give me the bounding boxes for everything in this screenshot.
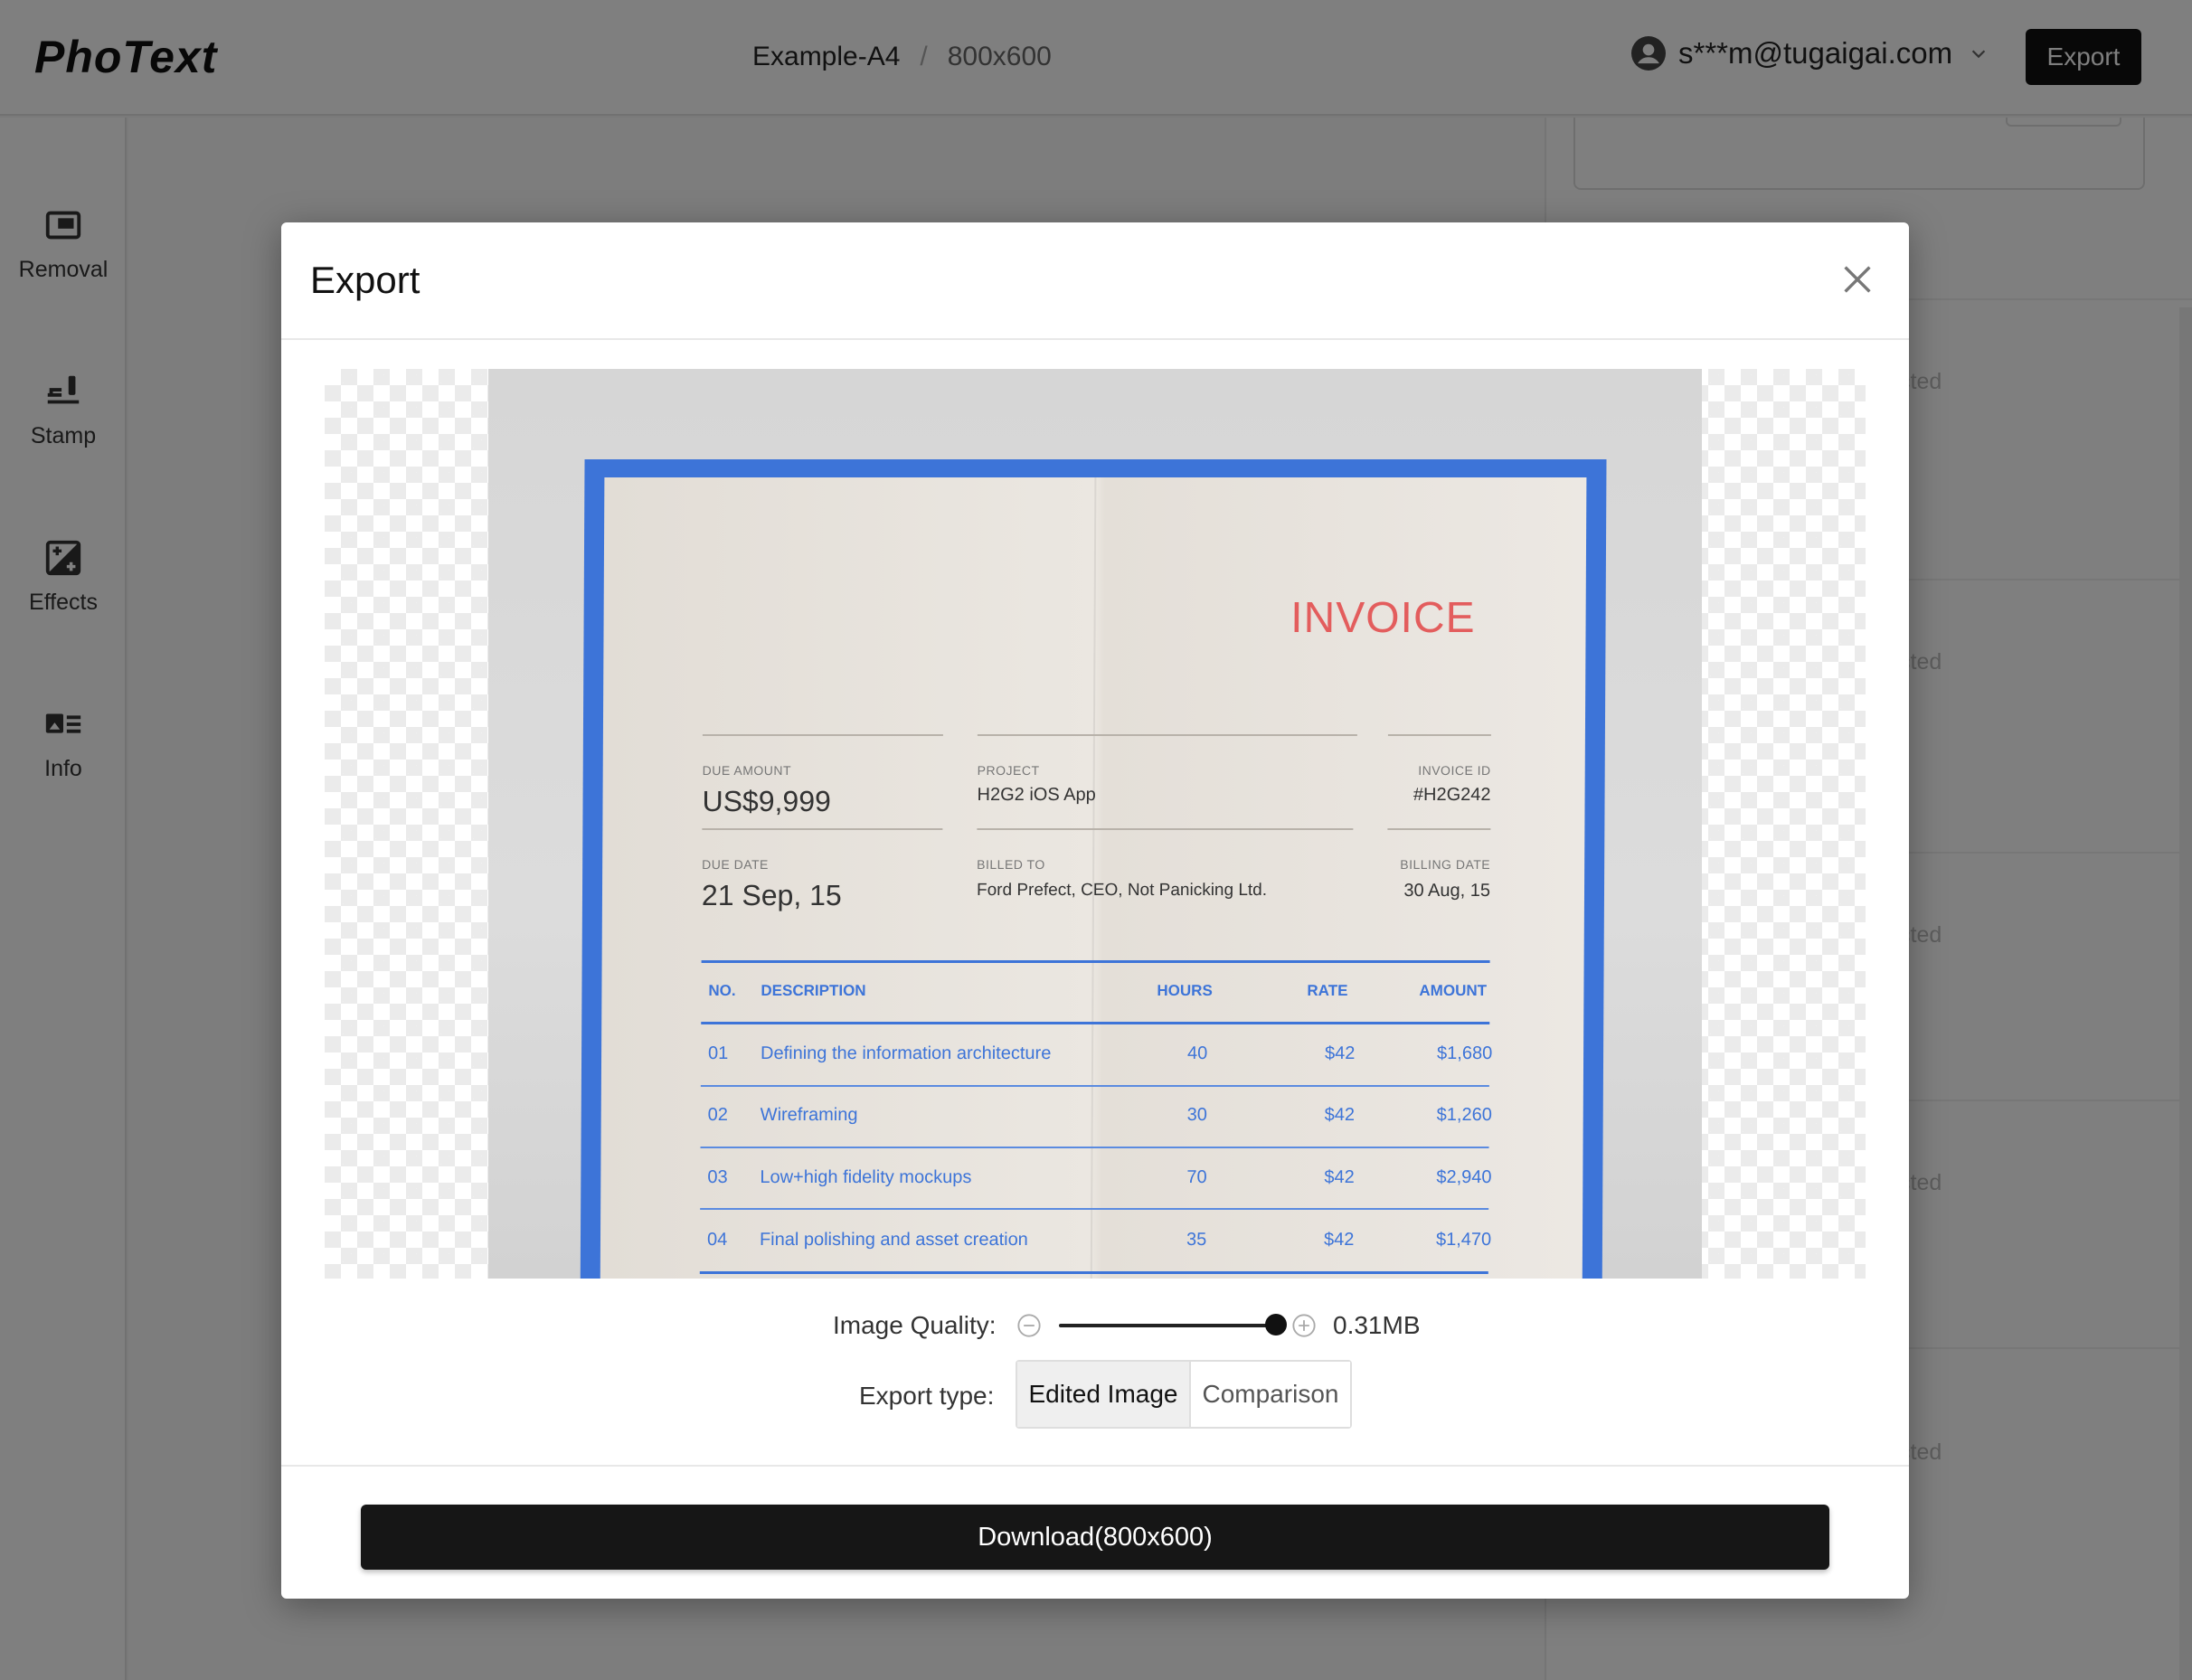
row-hours: 30 [1186, 1105, 1208, 1125]
export-type-segmented: Edited Image Comparison [1016, 1360, 1352, 1429]
col-amount: AMOUNT [1419, 982, 1488, 999]
export-type-label: Export type: [859, 1382, 995, 1410]
export-modal: Export INVOICE DUE AMOUNT US$9,999 PROJE… [281, 222, 1909, 1599]
invoice-id-label: INVOICE ID [1418, 763, 1491, 778]
due-date: 21 Sep, 15 [701, 879, 842, 911]
row-hours: 40 [1187, 1043, 1208, 1063]
col-rate: RATE [1307, 982, 1348, 999]
export-type-edited-image[interactable]: Edited Image [1017, 1362, 1191, 1427]
project-label: PROJECT [977, 763, 1040, 778]
row-rate: $42 [1325, 1043, 1356, 1063]
preview-image: INVOICE DUE AMOUNT US$9,999 PROJECT H2G2… [488, 369, 1702, 1279]
invoice-paper: INVOICE DUE AMOUNT US$9,999 PROJECT H2G2… [580, 459, 1607, 1279]
zoom-in-plus-icon[interactable] [1291, 1313, 1317, 1338]
row-description: Final polishing and asset creation [759, 1230, 1028, 1250]
quality-slider-handle[interactable] [1265, 1314, 1287, 1336]
table-top-rule [701, 960, 1490, 963]
row-no: 01 [708, 1043, 729, 1063]
divider [281, 1465, 1909, 1467]
invoice-title: INVOICE [1290, 594, 1476, 642]
col-description: DESCRIPTION [761, 982, 866, 999]
quality-slider-track[interactable] [1059, 1324, 1272, 1327]
row-rate: $42 [1324, 1167, 1355, 1187]
billing-date: 30 Aug, 15 [1403, 881, 1491, 901]
row-description: Defining the information architecture [761, 1043, 1052, 1063]
row-hours: 70 [1186, 1167, 1207, 1187]
row-rate: $42 [1323, 1230, 1355, 1250]
due-date-label: DUE DATE [702, 857, 769, 872]
row-description: Wireframing [760, 1105, 858, 1125]
row-amount: $1,260 [1436, 1105, 1492, 1125]
row-description: Low+high fidelity mockups [760, 1167, 972, 1187]
col-hours: HOURS [1157, 982, 1213, 999]
invoice-id: #H2G242 [1413, 785, 1491, 805]
close-icon[interactable] [1837, 259, 1878, 300]
image-quality-control: Image Quality: 0.31MB [281, 1304, 1909, 1349]
due-amount-label: DUE AMOUNT [702, 763, 792, 778]
row-amount: $1,470 [1435, 1230, 1492, 1250]
col-no: NO. [708, 982, 736, 999]
export-type-control: Export type: Edited Image Comparison [281, 1360, 1909, 1430]
project-name: H2G2 iOS App [977, 785, 1096, 805]
download-button[interactable]: Download(800x600) [361, 1505, 1829, 1570]
billed-to: Ford Prefect, CEO, Not Panicking Ltd. [976, 881, 1268, 900]
export-type-comparison[interactable]: Comparison [1191, 1362, 1350, 1427]
modal-title: Export [310, 259, 420, 301]
billed-to-label: BILLED TO [977, 857, 1045, 872]
zoom-out-minus-icon[interactable] [1016, 1313, 1042, 1338]
row-no: 03 [707, 1167, 728, 1187]
due-amount: US$9,999 [702, 785, 831, 817]
row-no: 04 [706, 1230, 728, 1250]
file-size-value: 0.31MB [1333, 1311, 1421, 1339]
row-no: 02 [707, 1105, 729, 1125]
image-quality-label: Image Quality: [833, 1311, 997, 1339]
row-amount: $1,680 [1437, 1043, 1493, 1063]
export-preview: INVOICE DUE AMOUNT US$9,999 PROJECT H2G2… [325, 369, 1866, 1279]
billing-date-label: BILLING DATE [1400, 857, 1491, 872]
divider [281, 338, 1909, 340]
row-rate: $42 [1324, 1105, 1356, 1125]
row-amount: $2,940 [1436, 1167, 1492, 1187]
row-hours: 35 [1186, 1230, 1207, 1250]
